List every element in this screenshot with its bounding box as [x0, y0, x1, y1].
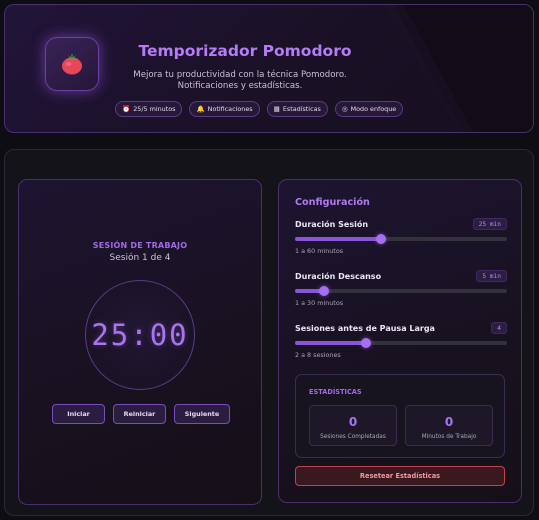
statistics-section: ESTADÍSTICAS 0 Sesiones Completadas 0 Mi…	[295, 374, 505, 458]
badge-label: 25/5 minutos	[133, 105, 176, 113]
setting-label: Sesiones antes de Pausa Larga	[295, 324, 435, 333]
badge-label: Notificaciones	[207, 105, 253, 113]
statistics-title: ESTADÍSTICAS	[309, 388, 362, 396]
slider-thumb[interactable]	[360, 338, 371, 348]
badge-statistics: ▦ Estadísticas	[266, 101, 328, 117]
setting-value-badge: 4	[491, 322, 507, 334]
stat-value: 0	[348, 415, 358, 429]
app-logo	[45, 37, 99, 91]
badge-timer: ⏰ 25/5 minutos	[115, 101, 183, 117]
next-button[interactable]: Siguiente	[174, 404, 230, 424]
stat-label: Minutos de Trabajo	[421, 434, 477, 440]
stat-label: Sesiones Completadas	[320, 434, 386, 440]
subtitle-line-2: Notificaciones y estadísticas.	[177, 81, 303, 91]
setting-range: 2 a 8 sesiones	[295, 351, 341, 359]
main-container: SESIÓN DE TRABAJO Sesión 1 de 4 25:00 In…	[4, 149, 534, 516]
slider-fill	[295, 341, 366, 345]
badge-label: Estadísticas	[282, 105, 321, 113]
setting-range: 1 a 30 minutos	[295, 299, 344, 307]
alarm-icon: ⏰	[122, 105, 131, 113]
app-header: Temporizador Pomodoro Mejora tu producti…	[4, 4, 534, 133]
stat-completed-sessions: 0 Sesiones Completadas	[309, 405, 397, 446]
slider-thumb[interactable]	[319, 286, 330, 296]
session-counter: Sesión 1 de 4	[109, 253, 171, 263]
timer-display: 25:00	[91, 318, 189, 352]
break-duration-slider[interactable]	[295, 286, 507, 296]
setting-break-duration: Duración Descanso 5 min 1 a 30 minutos	[295, 270, 507, 312]
config-panel: Configuración Duración Sesión 25 min 1 a…	[278, 179, 522, 503]
timer-panel: SESIÓN DE TRABAJO Sesión 1 de 4 25:00 In…	[18, 179, 262, 505]
page-title: Temporizador Pomodoro	[138, 42, 352, 60]
slider-thumb[interactable]	[376, 234, 387, 244]
setting-value-badge: 25 min	[472, 218, 507, 230]
timer-circle: 25:00	[85, 280, 195, 390]
setting-label: Duración Descanso	[295, 272, 382, 281]
start-button[interactable]: Iniciar	[52, 404, 105, 424]
tomato-icon	[62, 54, 82, 75]
badge-label: Modo enfoque	[350, 105, 397, 113]
reset-button[interactable]: Reiniciar	[113, 404, 166, 424]
setting-session-duration: Duración Sesión 25 min 1 a 60 minutos	[295, 218, 507, 260]
slider-fill	[295, 237, 382, 241]
target-icon: ◎	[341, 105, 348, 113]
reset-statistics-button[interactable]: Resetear Estadísticas	[295, 466, 505, 486]
timer-controls: Iniciar Reiniciar Siguiente	[52, 404, 230, 424]
session-duration-slider[interactable]	[295, 234, 507, 244]
page-subtitle: Mejora tu productividad con la técnica P…	[125, 70, 355, 92]
config-title: Configuración	[295, 197, 370, 208]
badge-notifications: 🔔 Notificaciones	[189, 101, 260, 117]
setting-value-badge: 5 min	[476, 270, 507, 282]
stat-value: 0	[444, 415, 454, 429]
subtitle-line-1: Mejora tu productividad con la técnica P…	[133, 70, 347, 80]
feature-badges: ⏰ 25/5 minutos 🔔 Notificaciones ▦ Estadí…	[115, 101, 404, 117]
stat-work-minutes: 0 Minutos de Trabajo	[405, 405, 493, 446]
session-type-label: SESIÓN DE TRABAJO	[92, 241, 188, 250]
setting-label: Duración Sesión	[295, 220, 369, 229]
setting-sessions-before-long-break: Sesiones antes de Pausa Larga 4 2 a 8 se…	[295, 322, 507, 364]
bar-chart-icon: ▦	[273, 105, 280, 113]
badge-focus-mode: ◎ Modo enfoque	[334, 101, 404, 117]
bell-icon: 🔔	[196, 105, 205, 113]
setting-range: 1 a 60 minutos	[295, 247, 344, 255]
sessions-slider[interactable]	[295, 338, 507, 348]
